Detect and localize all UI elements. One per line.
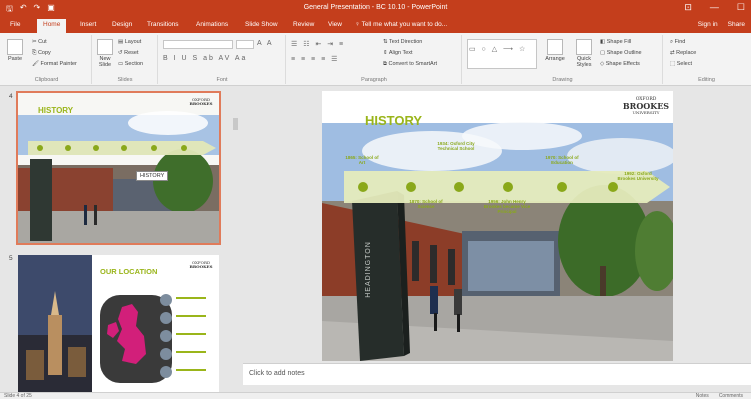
slides-group: New Slide ▤ Layout ↺ Reset ▭ Section Sli… (93, 35, 158, 84)
slide-count: Slide 4 of 25 (4, 393, 32, 399)
notes-button[interactable]: Notes (696, 393, 709, 399)
milestone-label: 1956: John Henry Brookes became Vice Pri… (483, 199, 531, 214)
cut-button[interactable]: ✂ Cut (32, 39, 47, 45)
milestone-label: 1934: Oxford City Technical School (437, 141, 475, 151)
tab-animations[interactable]: Animations (196, 21, 228, 28)
slide-photo (322, 91, 673, 361)
milestone-label: 1992: Oxford Brookes University (617, 171, 659, 181)
editing-group: ⌕ Find ⇄ Replace ⬚ Select Editing (664, 35, 749, 84)
copy-button[interactable]: ⎘ Copy (32, 50, 51, 57)
select-button[interactable]: ⬚ Select (670, 61, 692, 67)
text-direction-button[interactable]: ⇅ Text Direction (383, 39, 422, 45)
timeline-dot (406, 182, 416, 192)
paste-icon (7, 39, 23, 55)
comments-button[interactable]: Comments (719, 393, 743, 399)
layout-button[interactable]: ▤ Layout (118, 39, 141, 45)
drawing-group: ▭ ○ △ ⟶ ☆ Arrange Quick Styles ◧ Shape F… (463, 35, 663, 84)
slide-title: HISTORY (365, 113, 423, 128)
convert-smartart-button[interactable]: ⧉ Convert to SmartArt (383, 61, 437, 68)
thumb-4-logo: OXFORD BROOKES (189, 97, 213, 106)
format-painter-button[interactable]: 🖌 Format Painter (32, 61, 77, 67)
paragraph-label: Paragraph (361, 77, 387, 83)
ribbon-tabs: File Home Insert Design Transitions Anim… (0, 18, 751, 33)
thumb-5-logo: OXFORD BROOKES (189, 260, 213, 269)
shape-outline-button[interactable]: ▢ Shape Outline (600, 50, 642, 56)
shapes-icons: ▭ ○ △ ⟶ ☆ (469, 46, 528, 53)
editing-label: Editing (698, 77, 715, 83)
shapes-gallery[interactable] (467, 39, 537, 69)
status-bar: Slide 4 of 25 Notes Comments (0, 392, 751, 399)
title-bar: 🖫 ↶ ↷ ▣ General Presentation - BC 10.10 … (0, 0, 751, 18)
ribbon: Paste ✂ Cut ⎘ Copy 🖌 Format Painter Clip… (0, 33, 751, 86)
clipboard-label: Clipboard (34, 77, 59, 83)
window-title: General Presentation - BC 10.10 - PowerP… (303, 4, 448, 11)
window-controls: ⊡ — ☐ (684, 2, 745, 13)
main-slide-canvas[interactable]: HISTORY OXFORD BROOKES UNIVERSITY 1865: … (322, 91, 673, 361)
arrange-button[interactable]: Arrange (541, 39, 569, 62)
thumb-4-image (18, 93, 219, 243)
thumb-4-title: HISTORY (38, 106, 74, 115)
drawing-label: Drawing (552, 77, 573, 83)
tab-transitions[interactable]: Transitions (147, 21, 179, 28)
scrollbar-thumb[interactable] (233, 118, 238, 130)
timeline-dot (454, 182, 464, 192)
notes-placeholder: Click to add notes (249, 370, 305, 377)
timeline-dot (557, 182, 567, 192)
timeline-dot (358, 182, 368, 192)
new-slide-icon (97, 39, 113, 55)
slide-thumbnail-4[interactable]: HISTORY OXFORD BROOKES HISTORY (16, 91, 221, 245)
font-group: A A B I U S ab AV Aa Font (159, 35, 286, 84)
brookes-logo: OXFORD BROOKES UNIVERSITY (622, 97, 670, 115)
thumbnail-scrollbar[interactable] (230, 90, 240, 380)
headington-sign: HEADINGTON (364, 241, 372, 298)
list-icons[interactable]: ☰ ☷ ⇤ ⇥ ≡ (291, 40, 345, 48)
align-icons[interactable]: ≡ ≡ ≡ ≡ ☰ (291, 55, 339, 63)
align-text-button[interactable]: ⇕ Align Text (383, 50, 413, 56)
thumb-number: 5 (9, 255, 13, 262)
clipboard-group: Paste ✂ Cut ⎘ Copy 🖌 Format Painter Clip… (2, 35, 92, 84)
notes-pane[interactable]: Click to add notes (243, 363, 751, 385)
font-style-icons[interactable]: B I U S ab AV Aa (163, 55, 247, 62)
tab-review[interactable]: Review (293, 21, 314, 28)
reset-button[interactable]: ↺ Reset (118, 50, 139, 56)
section-button[interactable]: ▭ Section (118, 61, 143, 67)
quick-styles-icon (576, 39, 592, 55)
arrange-icon (547, 39, 563, 55)
thumb-tooltip: HISTORY (136, 171, 169, 181)
thumb-5-title: OUR LOCATION (100, 267, 158, 276)
thumb-number: 4 (9, 93, 13, 100)
find-button[interactable]: ⌕ Find (670, 39, 685, 46)
sign-in-link[interactable]: Sign in (698, 21, 718, 28)
tell-me-search[interactable]: ♀ Tell me what you want to do... (355, 21, 447, 28)
slides-label: Slides (117, 77, 133, 83)
maximize-icon[interactable]: ☐ (737, 2, 745, 13)
ribbon-display-icon[interactable]: ⊡ (684, 2, 692, 13)
milestone-label: 1870: School of Science (409, 199, 443, 209)
milestone-label: 1865: School of Art (345, 155, 379, 165)
timeline-dot (608, 182, 618, 192)
milestone-label: 1970: School of Education (545, 155, 579, 165)
timeline-dot (503, 182, 513, 192)
font-label: Font (216, 77, 228, 83)
share-button[interactable]: Share (728, 21, 745, 28)
font-grow-icons[interactable]: A A (257, 40, 274, 47)
font-name-box[interactable] (163, 40, 233, 49)
shape-effects-button[interactable]: ◇ Shape Effects (600, 61, 640, 67)
slide-thumbnail-5[interactable]: OUR LOCATION OXFORD BROOKES (18, 255, 219, 392)
minimize-icon[interactable]: — (710, 2, 719, 13)
tab-design[interactable]: Design (112, 21, 132, 28)
paragraph-group: ☰ ☷ ⇤ ⇥ ≡ ≡ ≡ ≡ ≡ ☰ ⇅ Text Direction ⇕ A… (287, 35, 462, 84)
font-size-box[interactable] (236, 40, 254, 49)
replace-button[interactable]: ⇄ Replace (670, 50, 696, 56)
tab-file[interactable]: File (10, 21, 20, 28)
shape-fill-button[interactable]: ◧ Shape Fill (600, 39, 631, 45)
tab-view[interactable]: View (328, 21, 342, 28)
quick-styles-button[interactable]: Quick Styles (571, 39, 597, 68)
tab-slide-show[interactable]: Slide Show (245, 21, 278, 28)
tab-insert[interactable]: Insert (80, 21, 96, 28)
paste-button[interactable]: Paste (5, 39, 25, 62)
new-slide-button[interactable]: New Slide (95, 39, 115, 68)
tab-home[interactable]: Home (37, 19, 67, 33)
